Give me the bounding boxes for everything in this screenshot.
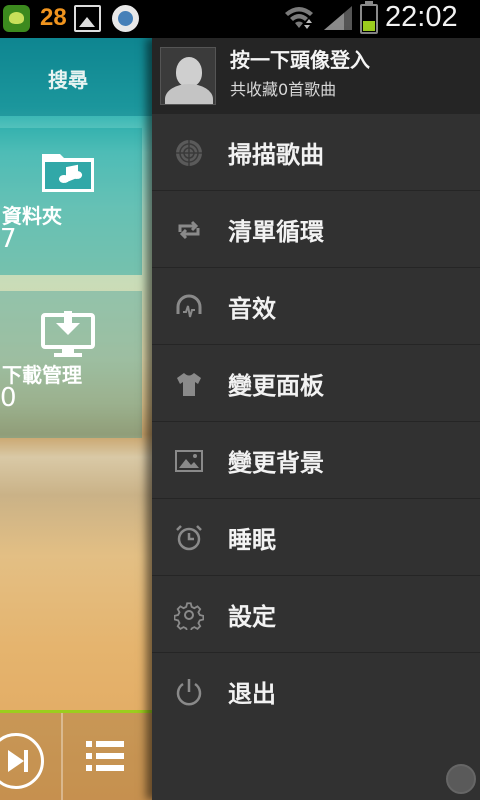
menu-item-change-background[interactable]: 變更背景: [152, 422, 480, 499]
menu-label: 變更面板: [228, 372, 324, 400]
menu-item-scan-songs[interactable]: 掃描歌曲: [152, 114, 480, 191]
search-bar[interactable]: 搜尋: [0, 38, 152, 116]
favorites-count: 共收藏0首歌曲: [230, 80, 337, 99]
navigation-drawer: 按一下頭像登入 共收藏0首歌曲 掃描歌曲 清單循環 音效 變更面板 變更背景 睡…: [152, 38, 480, 800]
status-bar: 28 22:02: [0, 0, 480, 38]
battery-level: [363, 20, 375, 31]
avatar-body: [165, 84, 213, 104]
download-tile-count: 0: [0, 383, 17, 413]
cast-icon: [112, 5, 139, 32]
tshirt-icon: [177, 373, 201, 396]
player-divider: [61, 713, 63, 800]
repeat-icon: [178, 220, 200, 240]
image-icon: [175, 450, 203, 472]
playlist-icon[interactable]: [86, 739, 124, 773]
menu-label: 設定: [228, 603, 276, 631]
music-home-background: 搜尋 資料夾 7 下載管理 0: [0, 38, 152, 800]
menu-label: 退出: [228, 680, 276, 708]
power-icon: [176, 679, 202, 706]
menu-item-sleep[interactable]: 睡眠: [152, 499, 480, 576]
menu-item-settings[interactable]: 設定: [152, 576, 480, 653]
drawer-header[interactable]: 按一下頭像登入 共收藏0首歌曲: [152, 38, 480, 114]
radar-icon: [176, 140, 202, 166]
folder-music-icon: [42, 154, 94, 192]
menu-item-sound-effects[interactable]: 音效: [152, 268, 480, 345]
status-number: 28: [40, 4, 67, 31]
gear-icon: [174, 602, 204, 630]
battery-icon: [360, 1, 378, 34]
play-next-icon[interactable]: [0, 733, 44, 789]
floating-action-dot[interactable]: [446, 764, 476, 794]
alarm-clock-icon: [176, 525, 202, 551]
menu-item-list-loop[interactable]: 清單循環: [152, 191, 480, 268]
player-bar: [0, 710, 152, 800]
search-label: 搜尋: [48, 68, 88, 92]
drawer-menu: 掃描歌曲 清單循環 音效 變更面板 變更背景 睡眠 設定 退出: [152, 114, 480, 730]
menu-item-exit[interactable]: 退出: [152, 653, 480, 730]
image-icon: [74, 5, 101, 32]
download-manager-tile[interactable]: 下載管理 0: [0, 291, 142, 438]
menu-label: 音效: [228, 295, 276, 323]
menu-label: 清單循環: [228, 218, 324, 246]
download-monitor-icon: [41, 311, 95, 357]
app-icon: [3, 5, 30, 32]
menu-label: 掃描歌曲: [228, 141, 324, 169]
signal-icon: [324, 6, 352, 30]
clock: 22:02: [385, 1, 458, 33]
menu-label: 變更背景: [228, 449, 324, 477]
headphones-icon: [176, 294, 202, 318]
folder-tile-count: 7: [0, 224, 17, 254]
menu-item-change-skin[interactable]: 變更面板: [152, 345, 480, 422]
folder-tile[interactable]: 資料夾 7: [0, 128, 142, 275]
menu-label: 睡眠: [228, 526, 276, 554]
avatar-icon[interactable]: [160, 47, 216, 105]
avatar-head: [176, 57, 202, 87]
login-prompt: 按一下頭像登入: [230, 48, 370, 72]
wifi-icon: [285, 7, 313, 29]
